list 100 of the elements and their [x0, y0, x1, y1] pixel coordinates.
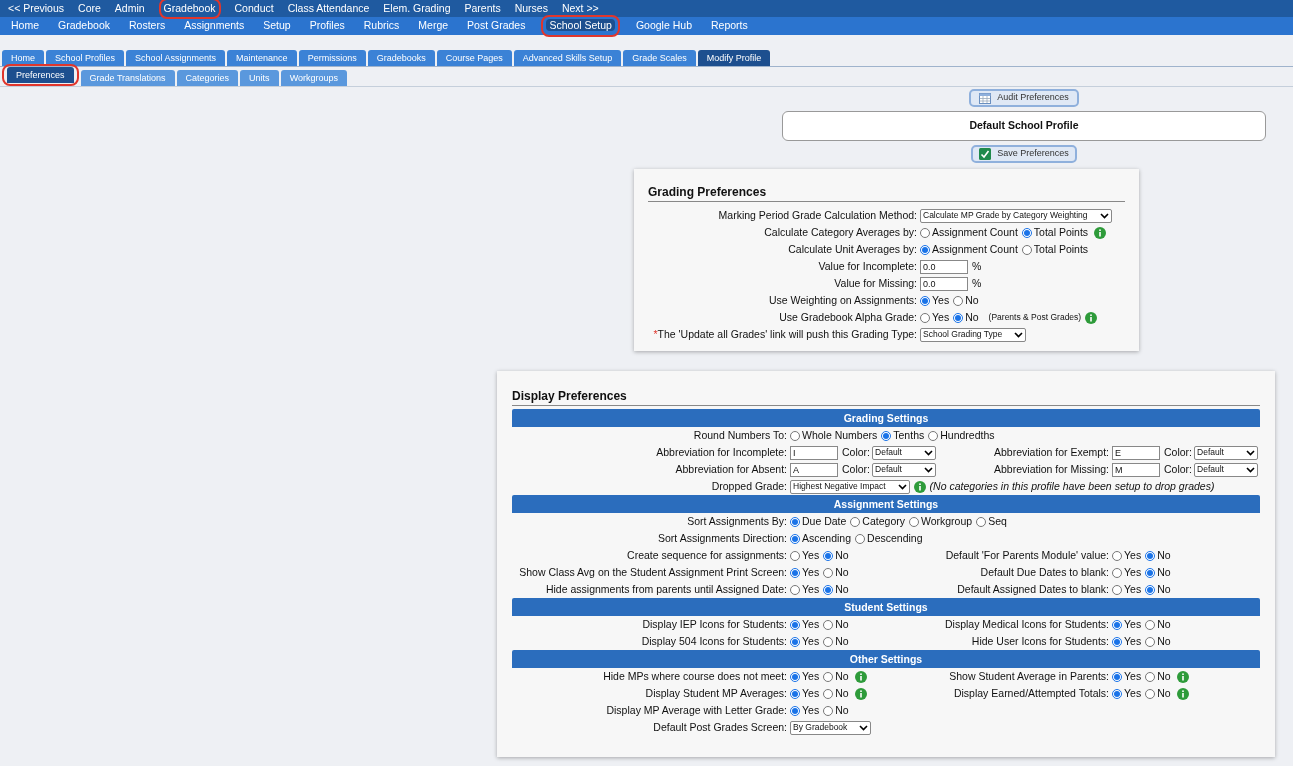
nav-link[interactable]: Gradebook — [163, 1, 216, 14]
radio-button[interactable] — [953, 295, 964, 306]
tab[interactable]: Permissions — [298, 50, 366, 66]
radio-button[interactable] — [1112, 584, 1122, 595]
radio-button[interactable] — [790, 705, 800, 716]
nav-link[interactable]: Next >> — [561, 0, 599, 17]
radio-button[interactable] — [790, 688, 800, 699]
text-field[interactable]: 0.0 — [920, 259, 968, 274]
nav-link[interactable]: Rosters — [125, 18, 169, 34]
nav-link[interactable]: Parents — [464, 0, 501, 17]
radio-button[interactable] — [953, 312, 964, 323]
nav-link[interactable]: Setup — [260, 18, 294, 34]
dropdown[interactable]: Default — [872, 462, 936, 477]
text-field[interactable]: E — [1112, 445, 1160, 460]
tab[interactable]: Preferences — [7, 67, 74, 83]
radio-button[interactable] — [823, 688, 834, 699]
radio-button[interactable] — [1145, 619, 1156, 630]
radio-button[interactable] — [790, 584, 800, 595]
text-field[interactable]: A — [790, 462, 838, 477]
radio-button[interactable] — [1021, 244, 1032, 255]
radio-button[interactable] — [1112, 550, 1122, 561]
radio-button[interactable] — [976, 516, 987, 527]
info-icon[interactable] — [854, 670, 867, 683]
nav-link[interactable]: Core — [78, 0, 101, 17]
radio-button[interactable] — [823, 636, 834, 647]
radio-button[interactable] — [920, 312, 930, 323]
radio-button[interactable] — [1112, 688, 1122, 699]
radio-button[interactable] — [1021, 227, 1032, 238]
tab[interactable]: School Profiles — [46, 50, 125, 66]
info-icon[interactable] — [1176, 687, 1189, 700]
radio-button[interactable] — [920, 244, 930, 255]
tab[interactable]: Advanced Skills Setup — [513, 50, 622, 66]
radio-button[interactable] — [908, 516, 919, 527]
radio-button[interactable] — [1145, 567, 1156, 578]
text-field[interactable]: I — [790, 445, 838, 460]
tab[interactable]: Gradebooks — [367, 50, 435, 66]
radio-button[interactable] — [1145, 584, 1156, 595]
nav-link[interactable]: << Previous — [8, 0, 65, 17]
radio-button[interactable] — [1112, 636, 1122, 647]
nav-link[interactable]: Admin — [114, 0, 145, 17]
nav-link[interactable]: Reports — [708, 18, 751, 34]
tab[interactable]: Home — [2, 50, 44, 66]
nav-link[interactable]: Assignments — [181, 18, 248, 34]
radio-button[interactable] — [790, 671, 800, 682]
radio-button[interactable] — [850, 516, 861, 527]
nav-link[interactable]: Google Hub — [632, 18, 695, 34]
radio-button[interactable] — [790, 619, 800, 630]
radio-button[interactable] — [1145, 636, 1156, 647]
info-icon[interactable] — [913, 480, 926, 493]
nav-link[interactable]: Conduct — [234, 0, 274, 17]
radio-button[interactable] — [1112, 671, 1122, 682]
dropdown[interactable]: Default — [1194, 462, 1258, 477]
nav-link[interactable]: Nurses — [514, 0, 548, 17]
radio-button[interactable] — [928, 430, 939, 441]
radio-button[interactable] — [1145, 671, 1156, 682]
tab[interactable]: School Assignments — [126, 50, 226, 66]
radio-button[interactable] — [823, 550, 834, 561]
nav-link[interactable]: Profiles — [306, 18, 348, 34]
nav-link[interactable]: Class Attendance — [287, 0, 370, 17]
nav-link[interactable]: Home — [8, 18, 42, 34]
radio-button[interactable] — [790, 430, 800, 441]
info-icon[interactable] — [1094, 226, 1107, 239]
tab[interactable]: Course Pages — [436, 50, 512, 66]
radio-button[interactable] — [920, 227, 930, 238]
radio-button[interactable] — [790, 636, 800, 647]
dropdown[interactable]: Highest Negative Impact — [790, 479, 910, 494]
nav-link[interactable]: Post Grades — [464, 18, 529, 34]
nav-link[interactable]: Elem. Grading — [383, 0, 451, 17]
dropdown[interactable]: Calculate MP Grade by Category Weighting — [920, 208, 1112, 223]
radio-button[interactable] — [790, 516, 800, 527]
nav-link[interactable]: School Setup — [546, 19, 615, 32]
radio-button[interactable] — [823, 705, 834, 716]
tab[interactable]: Maintenance — [227, 50, 297, 66]
radio-button[interactable] — [920, 295, 930, 306]
info-icon[interactable] — [1085, 311, 1098, 324]
tab[interactable]: Modify Profile — [697, 50, 771, 66]
radio-button[interactable] — [1112, 567, 1122, 578]
radio-button[interactable] — [1145, 688, 1156, 699]
text-field[interactable]: 0.0 — [920, 276, 968, 291]
info-icon[interactable] — [1176, 670, 1189, 683]
radio-button[interactable] — [823, 619, 834, 630]
radio-button[interactable] — [790, 533, 800, 544]
radio-button[interactable] — [790, 567, 800, 578]
radio-button[interactable] — [823, 584, 834, 595]
radio-button[interactable] — [855, 533, 866, 544]
radio-button[interactable] — [1145, 550, 1156, 561]
text-field[interactable]: M — [1112, 462, 1160, 477]
nav-link[interactable]: Rubrics — [360, 18, 403, 34]
radio-button[interactable] — [790, 550, 800, 561]
dropdown[interactable]: Default — [1194, 445, 1258, 460]
tab[interactable]: Grade Scales — [623, 50, 696, 66]
audit-preferences-button[interactable]: Audit Preferences — [969, 89, 1079, 107]
radio-button[interactable] — [823, 671, 834, 682]
dropdown[interactable]: By Gradebook — [790, 720, 872, 735]
dropdown[interactable]: Default — [872, 445, 936, 460]
nav-link[interactable]: Merge — [415, 18, 452, 34]
save-preferences-button[interactable]: Save Preferences — [971, 145, 1077, 163]
radio-button[interactable] — [823, 567, 834, 578]
radio-button[interactable] — [881, 430, 892, 441]
radio-button[interactable] — [1112, 619, 1122, 630]
